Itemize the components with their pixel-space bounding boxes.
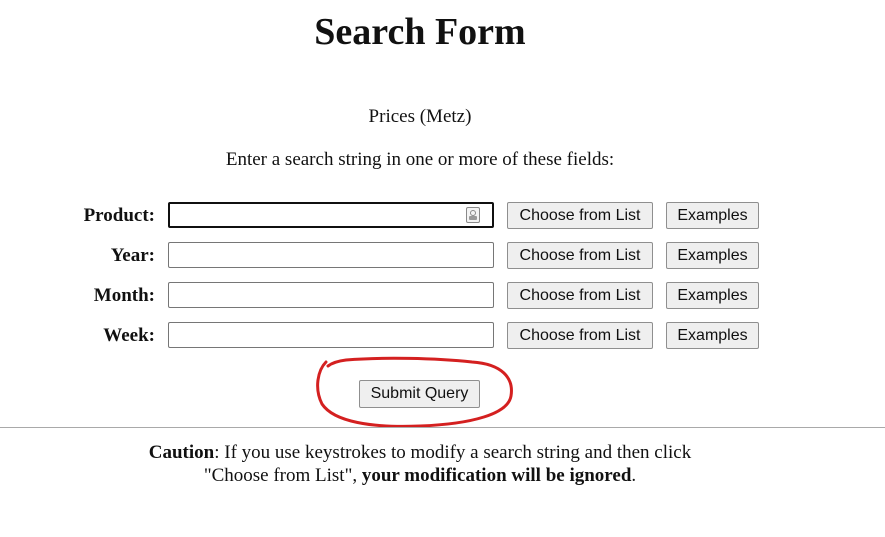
autofill-contact-icon[interactable] [466,207,480,223]
caution-bold-text: your modification will be ignored [361,465,632,486]
year-label: Year: [110,245,155,266]
divider [0,427,885,428]
product-examples-button[interactable]: Examples [666,202,759,229]
month-input[interactable] [168,282,494,308]
week-label: Week: [103,325,155,346]
caution-text-line1: : If you use keystrokes to modify a sear… [214,442,692,463]
caution-text-line2: "Choose from List", [203,465,362,486]
caution-note: Caution: If you use keystrokes to modify… [0,441,840,487]
product-label: Product: [83,205,155,226]
year-choose-from-list-button[interactable]: Choose from List [507,242,653,269]
week-choose-from-list-button[interactable]: Choose from List [507,322,653,349]
database-subtitle: Prices (Metz) [368,106,472,127]
submit-query-button[interactable]: Submit Query [359,380,480,408]
product-choose-from-list-button[interactable]: Choose from List [507,202,653,229]
year-examples-button[interactable]: Examples [666,242,759,269]
caution-heading: Caution [148,442,215,463]
search-instructions: Enter a search string in one or more of … [225,149,615,170]
week-input[interactable] [168,322,494,348]
month-label: Month: [93,285,155,306]
year-input[interactable] [168,242,494,268]
caution-end: . [631,465,637,486]
month-examples-button[interactable]: Examples [666,282,759,309]
week-examples-button[interactable]: Examples [666,322,759,349]
month-choose-from-list-button[interactable]: Choose from List [507,282,653,309]
page-title: Search Form [314,11,526,53]
product-input[interactable] [168,202,494,228]
